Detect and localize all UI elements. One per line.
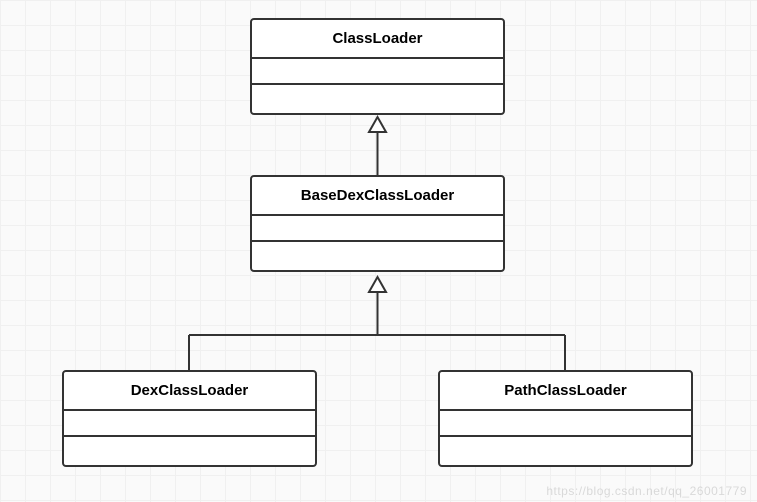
class-name: BaseDexClassLoader [252, 177, 503, 216]
class-name: DexClassLoader [64, 372, 315, 411]
class-attributes [252, 216, 503, 242]
class-attributes [64, 411, 315, 437]
uml-class-dexclassloader: DexClassLoader [62, 370, 317, 467]
inheritance-arrowhead-icon [369, 117, 386, 132]
uml-class-pathclassloader: PathClassLoader [438, 370, 693, 467]
class-methods [440, 437, 691, 465]
class-name: ClassLoader [252, 20, 503, 59]
class-name: PathClassLoader [440, 372, 691, 411]
class-attributes [440, 411, 691, 437]
class-methods [252, 85, 503, 113]
class-methods [252, 242, 503, 270]
class-attributes [252, 59, 503, 85]
class-methods [64, 437, 315, 465]
uml-class-classloader: ClassLoader [250, 18, 505, 115]
uml-class-basedexclassloader: BaseDexClassLoader [250, 175, 505, 272]
watermark: https://blog.csdn.net/qq_26001779 [546, 484, 747, 498]
inheritance-arrowhead-icon [369, 277, 386, 292]
